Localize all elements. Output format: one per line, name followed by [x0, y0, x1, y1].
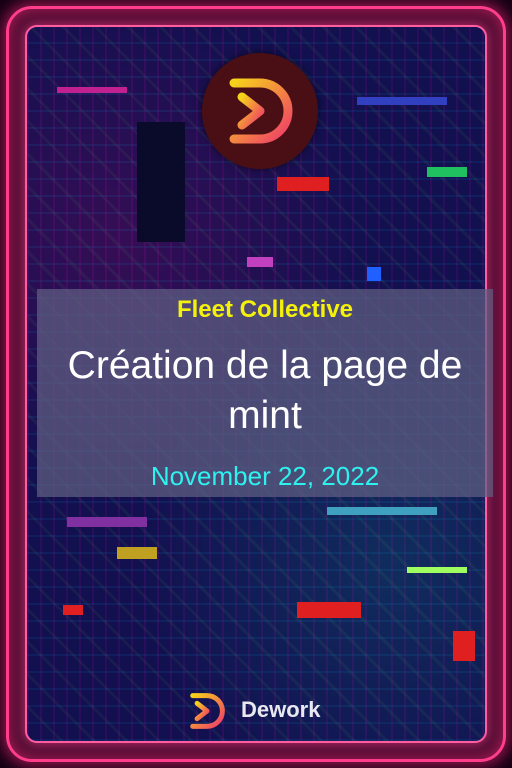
- glitch-block: [367, 267, 381, 281]
- glitch-block: [117, 547, 157, 559]
- brand-name: Dework: [241, 697, 321, 722]
- glitch-block: [67, 517, 147, 527]
- task-title: Création de la page de mint: [67, 344, 463, 437]
- dework-logo-icon: [229, 78, 293, 144]
- task-card: Fleet Collective Création de la page de …: [6, 6, 506, 762]
- glitch-block: [63, 605, 83, 615]
- glitch-block: [277, 177, 329, 191]
- glitch-block: [297, 602, 361, 618]
- task-info-banner: Fleet Collective Création de la page de …: [37, 289, 493, 497]
- glitch-block: [427, 167, 467, 177]
- organization-avatar: [202, 53, 318, 169]
- glitch-block: [57, 87, 127, 93]
- dework-brand: Dework: [185, 689, 355, 733]
- dework-logo-icon: [190, 693, 225, 729]
- organization-name: Fleet Collective: [176, 296, 354, 323]
- glitch-block: [453, 631, 475, 661]
- glitch-block: [357, 97, 447, 105]
- glitch-block: [137, 122, 185, 242]
- glitch-block: [407, 567, 467, 573]
- glitch-block: [327, 507, 437, 515]
- glitch-block: [247, 257, 273, 267]
- task-date: November 22, 2022: [150, 461, 380, 491]
